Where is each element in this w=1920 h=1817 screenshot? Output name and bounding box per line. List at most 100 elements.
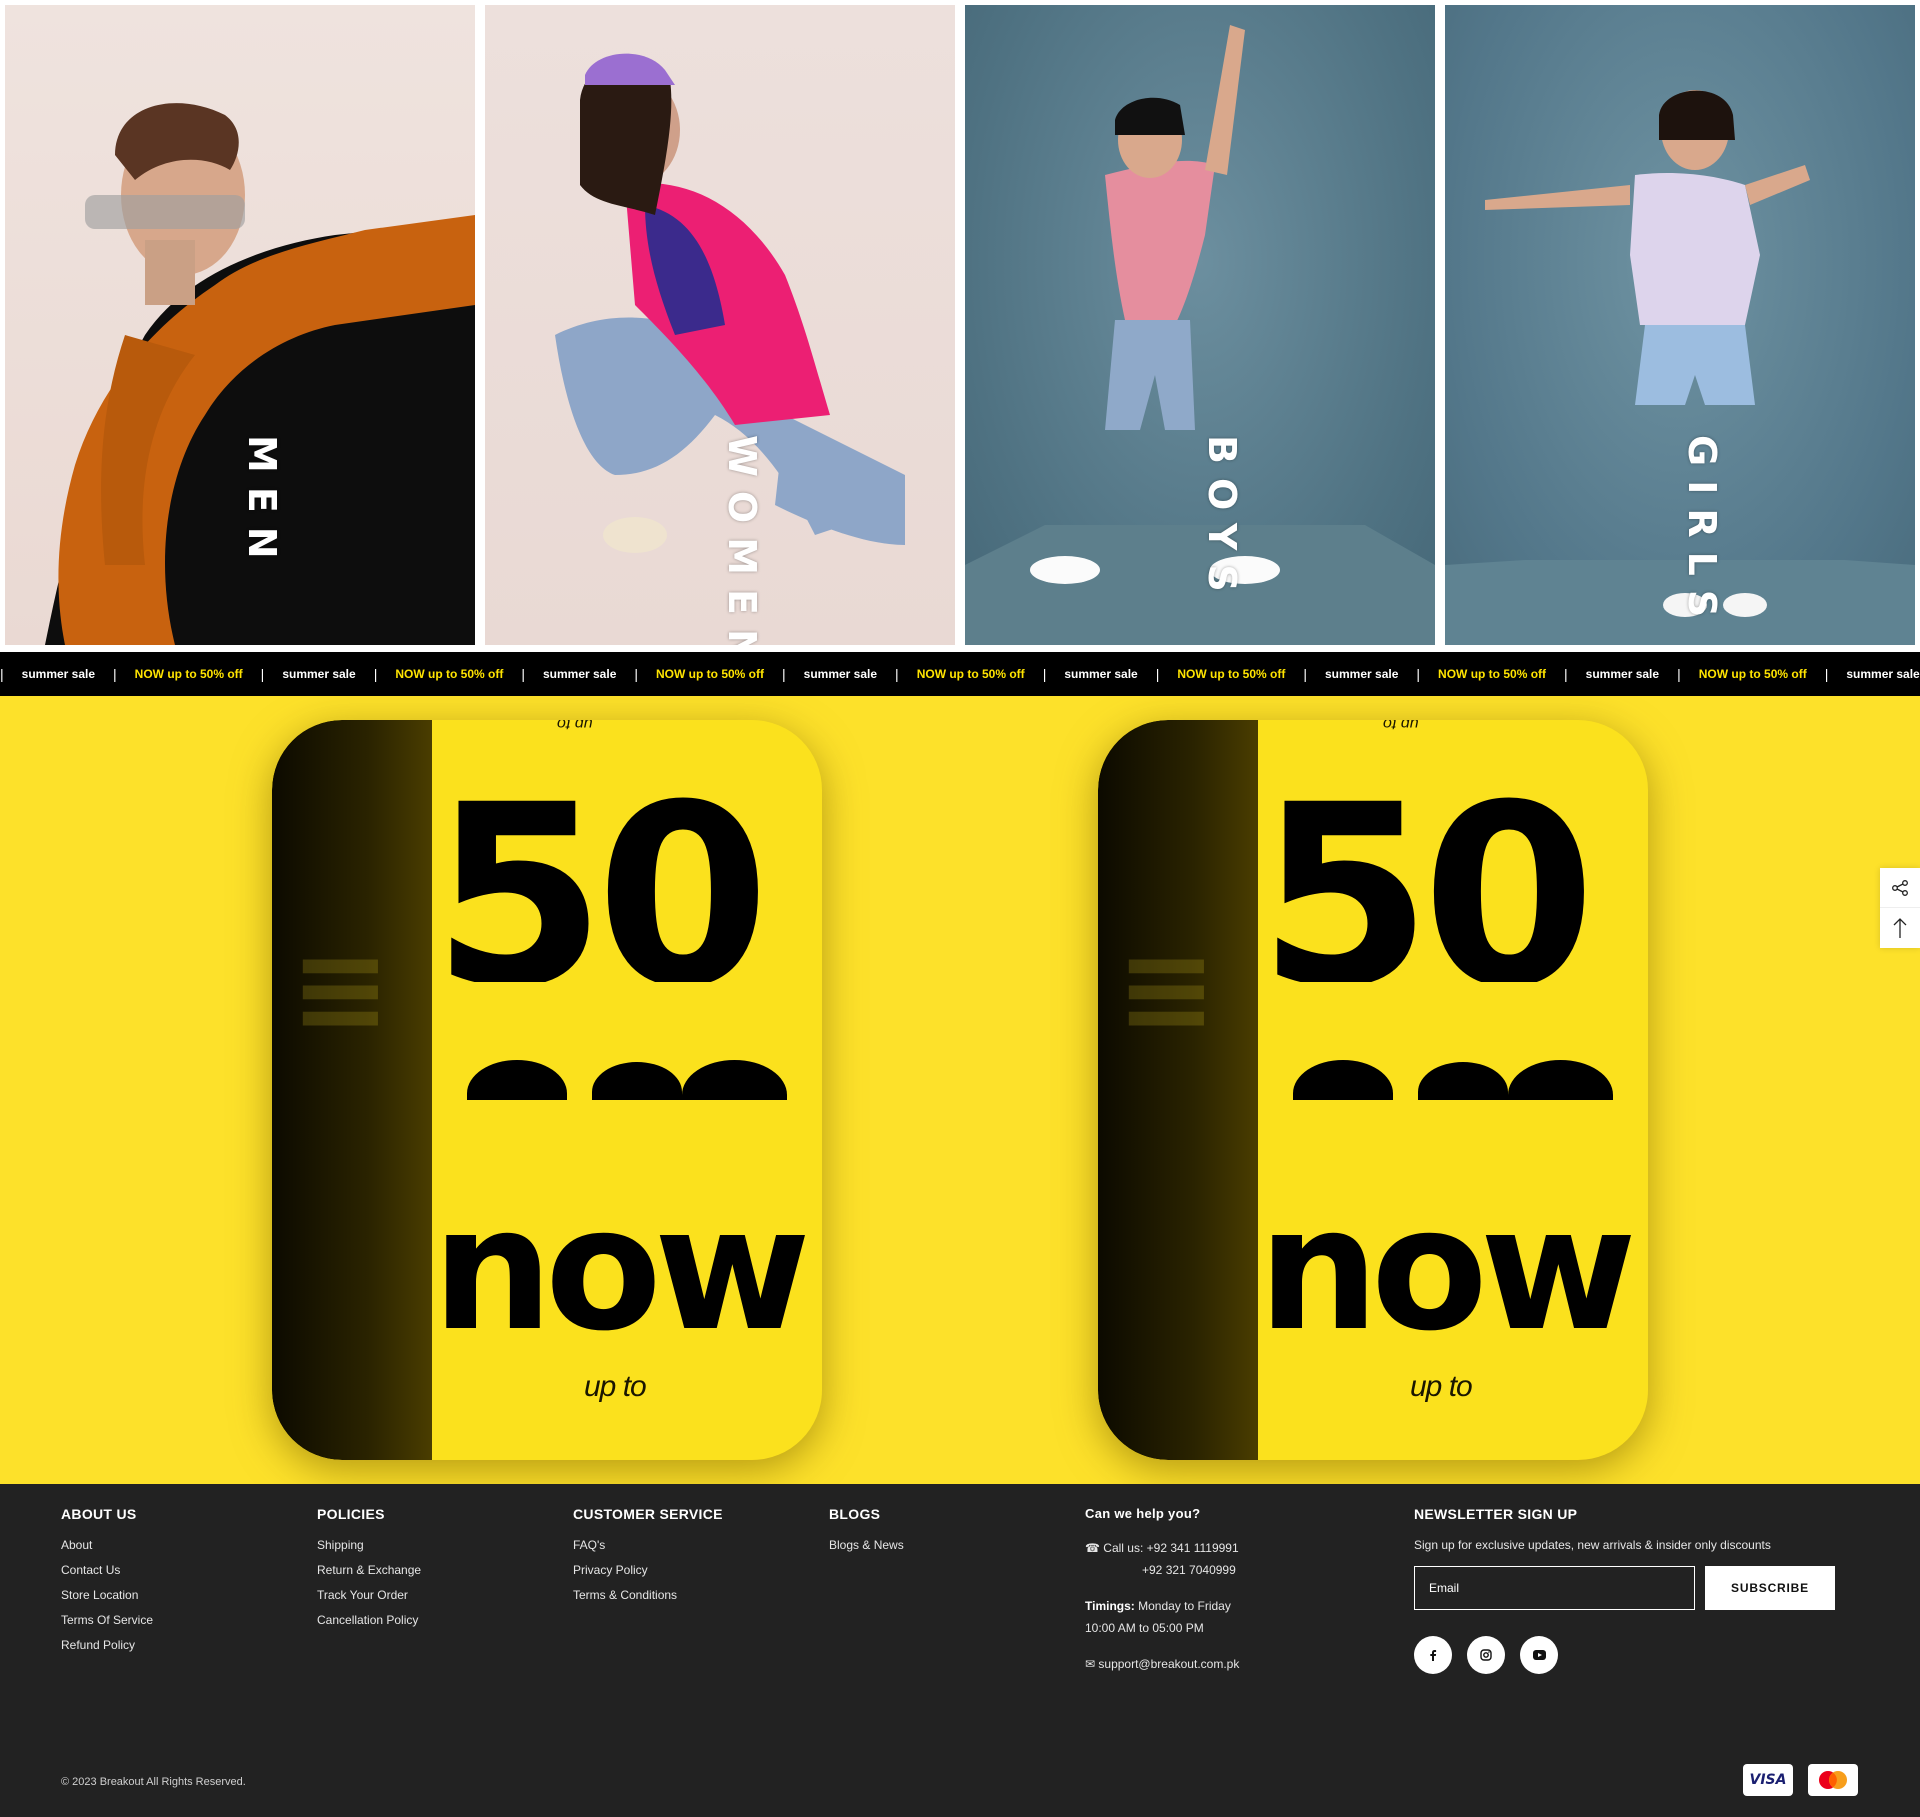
- footer-heading: BLOGS: [829, 1506, 881, 1522]
- subscribe-button[interactable]: SUBSCRIBE: [1705, 1566, 1835, 1610]
- visa-text: VISA: [1749, 1772, 1787, 1788]
- footer-heading: CUSTOMER SERVICE: [573, 1506, 723, 1522]
- category-tile-boys[interactable]: BOYS: [965, 5, 1435, 645]
- marquee-item: summer sale: [1585, 667, 1660, 681]
- call-row: ☎ Call us: +92 341 1119991: [1085, 1537, 1239, 1559]
- footer-link-return-exchange[interactable]: Return & Exchange: [317, 1563, 421, 1577]
- category-tile-men[interactable]: MEN: [5, 5, 475, 645]
- footer-link-track-order[interactable]: Track Your Order: [317, 1588, 421, 1602]
- youtube-icon: [1532, 1650, 1546, 1660]
- timings-hours: 10:00 AM to 05:00 PM: [1085, 1621, 1204, 1635]
- footer-links: About Contact Us Store Location Terms Of…: [61, 1538, 153, 1652]
- marquee-item: NOW up to 50% off: [134, 667, 243, 681]
- percent-slice: [1293, 1050, 1613, 1100]
- back-to-top-button[interactable]: [1880, 908, 1920, 948]
- marquee-item: summer sale: [1064, 667, 1138, 681]
- category-label-boys: BOYS: [1200, 435, 1244, 606]
- footer-col-help: Can we help you? ☎ Call us: +92 341 1119…: [1085, 1506, 1239, 1675]
- facebook-link[interactable]: [1414, 1636, 1452, 1674]
- footer-link-blogs-news[interactable]: Blogs & News: [829, 1538, 904, 1552]
- footer-links: FAQ's Privacy Policy Terms & Conditions: [573, 1538, 723, 1602]
- instagram-link[interactable]: [1467, 1636, 1505, 1674]
- footer-heading: ABOUT US: [61, 1506, 137, 1522]
- social-links: [1414, 1636, 1835, 1674]
- marquee-track: | summer sale | NOW up to 50% off | summer sa…: [0, 652, 1920, 696]
- marquee-item: NOW up to 50% off: [1177, 667, 1286, 681]
- timings-row: Timings: Monday to Friday: [1085, 1595, 1239, 1617]
- footer-heading: NEWSLETTER SIGN UP: [1414, 1506, 1578, 1522]
- newsletter-text: Sign up for exclusive updates, new arriv…: [1414, 1538, 1771, 1552]
- footer-link-store-location[interactable]: Store Location: [61, 1588, 153, 1602]
- category-grid: MEN WOMEN BOYS GIRLS: [0, 0, 1920, 650]
- timings-label: Timings:: [1085, 1599, 1135, 1613]
- percent-slice: [467, 1050, 787, 1100]
- footer-link-privacy-policy[interactable]: Privacy Policy: [573, 1563, 723, 1577]
- footer-link-terms-conditions[interactable]: Terms & Conditions: [573, 1588, 723, 1602]
- floating-tools: [1880, 868, 1920, 948]
- now-word: now: [432, 1200, 811, 1340]
- newsletter-email-input[interactable]: [1414, 1566, 1695, 1610]
- footer-col-policies: POLICIES Shipping Return & Exchange Trac…: [317, 1506, 421, 1638]
- phone-2[interactable]: +92 321 7040999: [1085, 1559, 1239, 1581]
- marquee-item: summer sale: [282, 667, 356, 681]
- now-word: now: [1258, 1200, 1637, 1340]
- visa-badge: VISA: [1743, 1764, 1793, 1796]
- big-number: 50: [1258, 772, 1596, 982]
- big-number: 50: [432, 772, 770, 982]
- marquee-item: NOW up to 50% off: [1438, 667, 1547, 681]
- announcement-marquee: | summer sale | NOW up to 50% off | summer sa…: [0, 652, 1920, 696]
- footer-link-faqs[interactable]: FAQ's: [573, 1538, 723, 1552]
- youtube-link[interactable]: [1520, 1636, 1558, 1674]
- card-shadow-strip: [1098, 720, 1258, 1460]
- category-tile-women[interactable]: WOMEN: [485, 5, 955, 645]
- arrow-up-icon: [1893, 918, 1907, 938]
- upto-bottom-text: up to: [584, 1370, 647, 1403]
- ghost-glyph: ≡: [290, 920, 391, 1059]
- marquee-item: summer sale: [803, 667, 878, 681]
- sale-banner[interactable]: ≡ up to 50 now up to ≡ up to 50 now up t…: [0, 696, 1920, 1484]
- support-email[interactable]: support@breakout.com.pk: [1098, 1657, 1239, 1671]
- upto-top-text: up to: [557, 720, 593, 732]
- footer-links: Shipping Return & Exchange Track Your Or…: [317, 1538, 421, 1627]
- footer-link-refund-policy[interactable]: Refund Policy: [61, 1638, 153, 1652]
- footer-links: Blogs & News: [829, 1538, 904, 1552]
- footer-link-cancellation-policy[interactable]: Cancellation Policy: [317, 1613, 421, 1627]
- footer-col-about: ABOUT US About Contact Us Store Location…: [61, 1506, 153, 1663]
- mail-icon: ✉: [1085, 1657, 1096, 1671]
- marquee-item: summer sale: [1846, 667, 1920, 681]
- sale-card: ≡ up to 50 now up to: [272, 720, 822, 1460]
- category-tile-girls[interactable]: GIRLS: [1445, 5, 1915, 645]
- ghost-glyph: ≡: [1116, 920, 1217, 1059]
- call-label: Call us:: [1103, 1541, 1144, 1555]
- mastercard-badge: [1808, 1764, 1858, 1796]
- footer-heading: POLICIES: [317, 1506, 385, 1522]
- footer-col-service: CUSTOMER SERVICE FAQ's Privacy Policy Te…: [573, 1506, 723, 1613]
- site-footer: ABOUT US About Contact Us Store Location…: [0, 1484, 1920, 1817]
- card-shadow-strip: [272, 720, 432, 1460]
- footer-link-terms-of-service[interactable]: Terms Of Service: [61, 1613, 153, 1627]
- category-label-girls: GIRLS: [1680, 435, 1724, 632]
- share-button[interactable]: [1880, 868, 1920, 908]
- category-label-men: MEN: [240, 435, 284, 573]
- facebook-icon: [1430, 1650, 1437, 1661]
- marquee-item: NOW up to 50% off: [656, 667, 765, 681]
- marquee-item: NOW up to 50% off: [395, 667, 504, 681]
- upto-top-text: up to: [1383, 720, 1419, 732]
- footer-link-shipping[interactable]: Shipping: [317, 1538, 421, 1552]
- phone-icon: ☎: [1085, 1541, 1100, 1555]
- footer-heading: Can we help you?: [1085, 1506, 1201, 1521]
- category-label-women: WOMEN: [720, 435, 764, 645]
- phone-1[interactable]: +92 341 1119991: [1147, 1541, 1239, 1555]
- footer-col-newsletter: NEWSLETTER SIGN UP Sign up for exclusive…: [1414, 1506, 1835, 1674]
- marquee-item: summer sale: [21, 667, 96, 681]
- share-icon: [1892, 879, 1908, 896]
- mastercard-icon: [1819, 1771, 1847, 1789]
- instagram-icon: [1480, 1649, 1492, 1661]
- footer-col-blogs: BLOGS Blogs & News: [829, 1506, 904, 1563]
- footer-link-contact[interactable]: Contact Us: [61, 1563, 153, 1577]
- footer-link-about[interactable]: About: [61, 1538, 153, 1552]
- marquee-item: summer sale: [1325, 667, 1399, 681]
- newsletter-form: SUBSCRIBE: [1414, 1566, 1835, 1610]
- upto-bottom-text: up to: [1410, 1370, 1473, 1403]
- email-row: ✉ support@breakout.com.pk: [1085, 1653, 1239, 1675]
